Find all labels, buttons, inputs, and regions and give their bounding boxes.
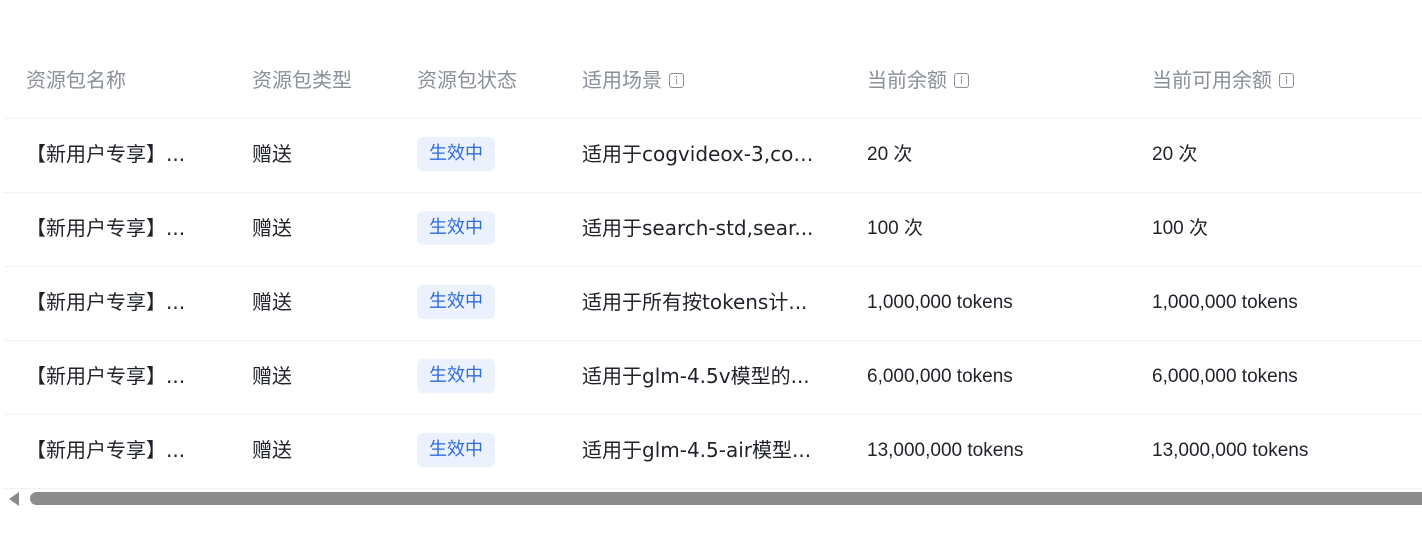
available-balance-cell: 13,000,000 tokens	[1152, 440, 1309, 461]
status-badge: 生效中	[417, 433, 495, 467]
header-current-balance: 当前余额	[867, 44, 1127, 117]
status-badge: 生效中	[417, 137, 495, 171]
table-row[interactable]: 【新用户专享】... 赠送 生效中 适用于glm-4.5v模型的... 6,00…	[4, 340, 1422, 415]
header-package-status: 资源包状态	[417, 68, 517, 92]
table-row[interactable]: 【新用户专享】... 赠送 生效中 适用于所有按tokens计... 1,000…	[4, 266, 1422, 341]
balance-cell: 20 次	[867, 144, 913, 165]
scene-cell: 适用于glm-4.5v模型的...	[582, 364, 810, 388]
available-balance-cell: 100 次	[1152, 218, 1208, 239]
status-badge: 生效中	[417, 359, 495, 393]
info-icon[interactable]	[669, 73, 684, 88]
header-package-type: 资源包类型	[252, 68, 352, 92]
scrollbar-thumb[interactable]	[30, 492, 1422, 505]
table-header-row: 资源包名称 资源包类型 资源包状态 适用场景 当前余额 当前可用余额	[4, 44, 1422, 119]
balance-cell: 6,000,000 tokens	[867, 366, 1013, 387]
package-name-cell: 【新用户专享】...	[26, 290, 186, 314]
balance-cell: 13,000,000 tokens	[867, 440, 1024, 461]
header-package-name: 资源包名称	[26, 68, 126, 92]
package-type-cell: 赠送	[252, 364, 292, 388]
horizontal-scrollbar[interactable]	[0, 488, 1422, 510]
table-row[interactable]: 【新用户专享】... 赠送 生效中 适用于glm-4.5-air模型... 13…	[4, 414, 1422, 489]
available-balance-cell: 20 次	[1152, 144, 1198, 165]
scene-cell: 适用于所有按tokens计...	[582, 290, 808, 314]
resource-package-table: 资源包名称 资源包类型 资源包状态 适用场景 当前余额 当前可用余额 【新用户专…	[0, 0, 1422, 534]
package-type-cell: 赠送	[252, 438, 292, 462]
balance-cell: 1,000,000 tokens	[867, 292, 1013, 313]
header-applicable-scene: 适用场景	[582, 44, 822, 117]
scene-cell: 适用于glm-4.5-air模型...	[582, 438, 812, 462]
table-row[interactable]: 【新用户专享】... 赠送 生效中 适用于cogvideox-3,cog... …	[4, 118, 1422, 193]
package-name-cell: 【新用户专享】...	[26, 364, 186, 388]
scene-cell: 适用于search-std,sear...	[582, 216, 814, 240]
status-badge: 生效中	[417, 211, 495, 245]
available-balance-cell: 6,000,000 tokens	[1152, 366, 1298, 387]
info-icon[interactable]	[1279, 73, 1294, 88]
package-type-cell: 赠送	[252, 216, 292, 240]
package-name-cell: 【新用户专享】...	[26, 438, 186, 462]
table-row[interactable]: 【新用户专享】... 赠送 生效中 适用于search-std,sear... …	[4, 192, 1422, 267]
scene-cell: 适用于cogvideox-3,cog...	[582, 142, 822, 166]
package-name-cell: 【新用户专享】...	[26, 142, 186, 166]
header-current-available-balance: 当前可用余额	[1152, 44, 1420, 117]
package-type-cell: 赠送	[252, 142, 292, 166]
balance-cell: 100 次	[867, 218, 923, 239]
package-name-cell: 【新用户专享】...	[26, 216, 186, 240]
info-icon[interactable]	[954, 73, 969, 88]
package-type-cell: 赠送	[252, 290, 292, 314]
status-badge: 生效中	[417, 285, 495, 319]
scroll-left-arrow-icon[interactable]	[9, 492, 19, 506]
available-balance-cell: 1,000,000 tokens	[1152, 292, 1298, 313]
